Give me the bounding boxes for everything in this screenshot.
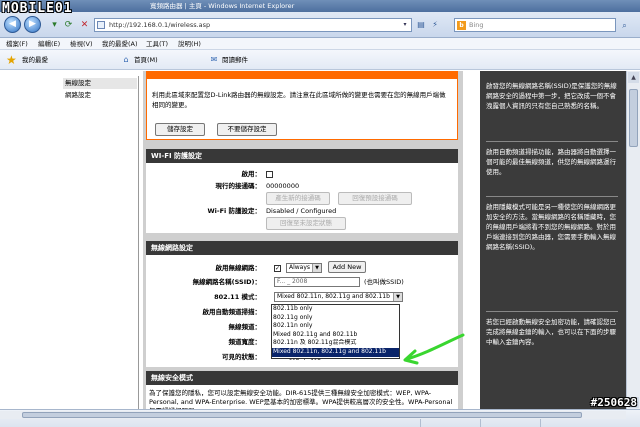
menu-edit[interactable]: 編輯(E)	[38, 38, 60, 50]
menu-view[interactable]: 檢視(V)	[70, 38, 93, 50]
menu-favorites[interactable]: 我的最愛(A)	[102, 38, 138, 50]
vertical-scrollbar[interactable]: ▲ ▼	[626, 71, 640, 409]
intro-section: 利用此區域來配置您D-Link路由器的無線設定。請注意在此區域所做的變更也需要在…	[146, 71, 458, 140]
nav-dropdown-icon[interactable]: ▾	[48, 19, 61, 31]
mode-option[interactable]: 802.11g only	[272, 314, 399, 323]
url-text: http://192.168.0.1/wireless.asp	[109, 21, 211, 29]
mode-option[interactable]: 802.11n only	[272, 322, 399, 331]
channel-label: 無線頻道：	[228, 323, 262, 331]
mail-icon: ✉	[210, 55, 218, 64]
ssid-input[interactable]: F... _ 2008	[274, 277, 360, 287]
help-text-ssid: 啟發您的無線網路名稱(SSID)是保護您的無線網路安全的過程中第一步，把它改成一…	[486, 82, 617, 110]
dont-save-button[interactable]: 不要儲存設定	[217, 123, 277, 136]
wireless-security-section: 無線安全模式 為了保護您的隱私，您可以設定無線安全功能。DIR-615提供三種無…	[146, 371, 458, 409]
favorites-bar: ★ 我的最愛 ⌂ 首頁(M) ✉ 閱讀郵件	[0, 50, 640, 70]
window-title: 寬頻路由器 | 主頁 - Windows Internet Explorer	[150, 2, 295, 10]
watermark-logo: MOBILE01	[2, 1, 73, 16]
ssid-note: (也叫做SSID)	[364, 278, 404, 286]
pin-label: 現行的接通碼：	[215, 182, 262, 190]
save-settings-button[interactable]: 儲存設定	[155, 123, 205, 136]
wps-enable-checkbox[interactable]	[266, 171, 273, 178]
wireless-security-heading: 無線安全模式	[146, 371, 458, 385]
status-bar	[0, 409, 640, 427]
search-placeholder: Bing	[469, 21, 484, 29]
ssid-label: 無線網路名稱(SSID)：	[192, 278, 261, 286]
read-mail-button[interactable]: ✉ 閱讀郵件	[208, 53, 248, 67]
mode-option[interactable]: 802.11n 及 802.11g混合模式	[272, 339, 399, 348]
wireless-security-text: 為了保護您的隱私，您可以設定無線安全功能。DIR-615提供三種無線安全加密模式…	[149, 389, 453, 409]
image-tag: #250628	[590, 396, 637, 409]
channel-width-label: 頻道寬度：	[228, 338, 262, 346]
scroll-thumb[interactable]	[629, 89, 638, 147]
help-text-channel: 啟用自動頻道掃描功能，路由器將自動選擇一個可能的最佳無線頻道，供您的無線網路運行…	[486, 148, 616, 176]
mode-dropdown-list[interactable]: 802.11b only 802.11g only 802.11n only M…	[271, 304, 400, 359]
wifi-protected-section: WI-FI 防護設定 啟用： 現行的接通碼： 00000000 產生新的接通碼 …	[146, 149, 458, 233]
page-icon	[97, 21, 105, 29]
home-button[interactable]: ⌂ 首頁(M)	[120, 53, 157, 67]
pin-value: 00000000	[266, 182, 300, 190]
nav-item-network[interactable]: 網路設定	[63, 90, 137, 101]
mode-select[interactable]: Mixed 802.11n, 802.11g and 802.11b ▼	[274, 292, 403, 302]
nav-item-wireless[interactable]: 無線設定	[63, 78, 137, 89]
mode-option[interactable]: 802.11b only	[272, 305, 399, 314]
home-icon: ⌂	[123, 55, 129, 64]
favorites-star-icon[interactable]: ★	[6, 53, 20, 67]
help-text-security: 若您已經啟動無線安全加密功能，請確認您已完成將無線金鑰的輸入，也可以在下面的步驟…	[486, 318, 616, 346]
mode-option-selected[interactable]: Mixed 802.11n, 802.11g and 802.11b	[272, 347, 399, 357]
compat-view-icon[interactable]: ▤	[414, 19, 428, 31]
auto-channel-label: 啟用自動頻道掃描：	[202, 308, 262, 316]
left-nav: 無線設定 網路設定	[61, 76, 139, 409]
wireless-network-heading: 無線網路設定	[146, 241, 458, 255]
wireless-enable-checkbox[interactable]: ✓	[274, 265, 281, 272]
forward-button[interactable]: ▶	[24, 16, 41, 33]
intro-description: 利用此區域來配置您D-Link路由器的無線設定。請注意在此區域所做的變更也需要在…	[152, 91, 446, 109]
refresh-icon[interactable]: ⟳	[62, 19, 75, 31]
chevron-down-icon: ▼	[393, 293, 402, 301]
reset-unconfigured-button[interactable]: 回復至未設定狀態	[266, 217, 346, 230]
reset-pin-button[interactable]: 回復預設接通碼	[338, 192, 412, 205]
url-input[interactable]: http://192.168.0.1/wireless.asp ▾	[94, 18, 412, 32]
menu-help[interactable]: 說明(H)	[178, 38, 201, 50]
chevron-down-icon: ▼	[312, 264, 321, 272]
menu-tools[interactable]: 工具(T)	[146, 38, 168, 50]
mode-option[interactable]: Mixed 802.11g and 802.11b	[272, 331, 399, 340]
horizontal-scrollbar[interactable]	[0, 411, 626, 419]
wifi-protected-heading: WI-FI 防護設定	[146, 149, 458, 163]
menu-file[interactable]: 檔案(F)	[6, 38, 28, 50]
page-viewport: 無線設定 網路設定 利用此區域來配置您D-Link路由器的無線設定。請注意在此區…	[0, 71, 640, 409]
url-dropdown-icon[interactable]: ▾	[400, 20, 410, 30]
stop-icon[interactable]: ✕	[78, 19, 91, 31]
back-button[interactable]: ◀	[4, 16, 21, 33]
help-text-hidden: 啟用隱藏模式可能是另一種使您的無線網路更加安全的方法。當無線網路的名稱隱藏時，您…	[486, 203, 616, 251]
wireless-enable-label: 啟用無線網路：	[215, 264, 262, 272]
search-input[interactable]: b Bing ⌕	[454, 18, 627, 32]
schedule-select[interactable]: Always ▼	[286, 263, 322, 273]
scroll-up-icon[interactable]: ▲	[628, 72, 639, 83]
annotation-arrow-icon	[403, 333, 465, 365]
hscroll-thumb[interactable]	[22, 412, 582, 418]
rss-icon[interactable]: ⚡	[428, 19, 442, 31]
wps-enable-label: 啟用：	[241, 170, 262, 178]
help-panel: 啟發您的無線網路名稱(SSID)是保護您的無線網路安全的過程中第一步，把它改成一…	[480, 71, 626, 409]
visibility-label: 可見的狀態：	[222, 353, 261, 361]
generate-pin-button[interactable]: 產生新的接通碼	[266, 192, 330, 205]
add-new-schedule-button[interactable]: Add New	[328, 261, 366, 273]
wps-status-label: Wi-Fi 防護設定：	[207, 207, 261, 215]
bing-icon: b	[457, 21, 466, 30]
mode-label: 802.11 模式：	[214, 293, 261, 301]
menu-bar: 檔案(F) 編輯(E) 檢視(V) 我的最愛(A) 工具(T) 說明(H)	[0, 38, 640, 50]
favorites-label[interactable]: 我的最愛	[22, 50, 48, 70]
wps-status-value: Disabled / Configured	[266, 207, 337, 215]
search-icon[interactable]: ⌕	[618, 19, 631, 32]
